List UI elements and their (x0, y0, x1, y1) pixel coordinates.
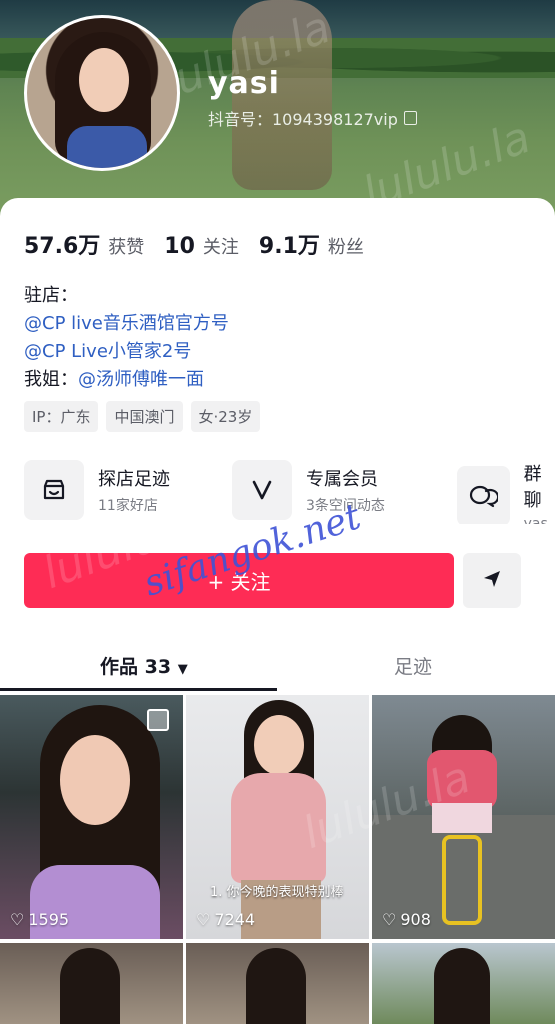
tab-works[interactable]: 作品 33 ▼ (100, 652, 188, 679)
copy-icon[interactable] (403, 111, 417, 125)
stat-followers[interactable]: 9.1万 粉丝 (259, 228, 364, 260)
chat-icon (457, 466, 510, 524)
video-thumb[interactable] (372, 943, 555, 1024)
douyin-id[interactable]: 抖音号：1094398127vip (208, 106, 417, 130)
tag-region: 中国澳门 (106, 401, 183, 432)
bio-text: 我姐： (24, 369, 78, 390)
feature-title: 探店足迹 (98, 469, 170, 490)
feature-group-chat[interactable]: 群聊 yas (457, 460, 555, 524)
feature-subtitle: yas (523, 516, 548, 524)
tag-gender-age: 女·23岁 (190, 401, 261, 432)
video-thumb[interactable] (0, 943, 183, 1024)
likes-count: 908 (400, 910, 431, 929)
video-thumb[interactable]: ♡ 1595 (0, 695, 183, 939)
caret-down-icon: ▼ (177, 662, 188, 677)
heart-icon: ♡ (382, 910, 397, 929)
douyin-id-text: 抖音号：1094398127vip (208, 110, 398, 129)
feature-row: 探店足迹 11家好店 专属会员 3条空间动态 群聊 yas (24, 460, 555, 524)
avatar[interactable] (24, 15, 180, 171)
profile-name: yasi (208, 66, 280, 101)
send-icon (481, 568, 503, 594)
avatar-face (79, 48, 129, 112)
bio-mention-link[interactable]: @CP Live小管家2号 (24, 338, 229, 366)
stat-label: 粉丝 (327, 237, 364, 258)
likes-count: 1595 (28, 910, 70, 929)
likes-count: 7244 (214, 910, 256, 929)
heart-icon: ♡ (196, 910, 211, 929)
stat-following[interactable]: 10 关注 (164, 233, 239, 259)
bio-mention-link[interactable]: @CP live音乐酒馆官方号 (24, 310, 229, 338)
tab-works-label: 作品 33 (100, 656, 172, 678)
tag-ip: IP：广东 (24, 401, 99, 432)
stat-number: 57.6万 (24, 234, 101, 259)
stat-likes[interactable]: 57.6万 获赞 (24, 228, 144, 260)
bio-line: 我姐：@汤师傅唯一面 (24, 366, 229, 394)
video-likes: ♡ 1595 (10, 910, 69, 929)
video-caption: 1. 你今晚的表现特别棒 (210, 885, 344, 900)
video-thumb[interactable] (186, 943, 369, 1024)
bio: 驻店： @CP live音乐酒馆官方号 @CP Live小管家2号 我姐：@汤师… (24, 282, 229, 394)
tab-underline (0, 688, 277, 691)
stat-label: 关注 (202, 237, 239, 258)
vip-icon (232, 460, 292, 520)
bio-mention-link[interactable]: @汤师傅唯一面 (78, 369, 204, 390)
avatar-top (67, 126, 147, 168)
stat-number: 9.1万 (258, 234, 320, 259)
shop-icon (24, 460, 84, 520)
bio-line: 驻店： (24, 285, 78, 306)
stat-number: 10 (164, 234, 195, 259)
feature-title: 群聊 (523, 464, 542, 511)
tab-footprint[interactable]: 足迹 (394, 652, 432, 679)
stats-row: 57.6万 获赞 10 关注 9.1万 粉丝 (24, 228, 364, 260)
heart-icon: ♡ (10, 910, 25, 929)
video-likes: ♡ 908 (382, 910, 431, 929)
stat-label: 获赞 (108, 237, 145, 258)
share-button[interactable] (463, 553, 521, 608)
multi-image-icon (147, 709, 169, 731)
profile-tags: IP：广东 中国澳门 女·23岁 (24, 401, 261, 432)
content-tabs: 作品 33 ▼ 足迹 (0, 640, 555, 692)
feature-title: 专属会员 (306, 469, 378, 490)
video-likes: ♡ 7244 (196, 910, 255, 929)
